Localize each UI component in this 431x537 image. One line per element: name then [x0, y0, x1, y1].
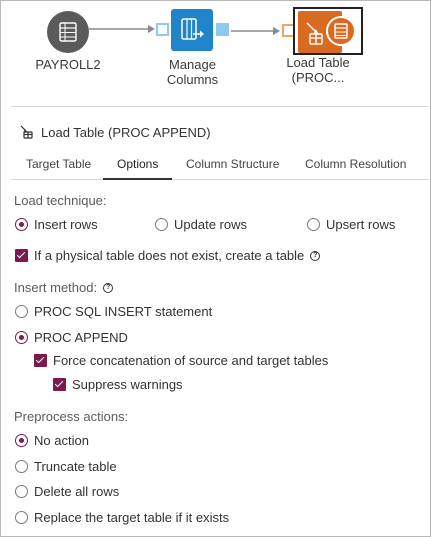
- insert-method-label: Insert method: ?: [14, 280, 114, 295]
- checkbox[interactable]: [34, 354, 47, 367]
- radio-label: Replace the target table if it exists: [34, 510, 230, 525]
- connector-arrow: [148, 25, 155, 33]
- radio-proc-append[interactable]: PROC APPEND: [15, 330, 128, 345]
- manage-columns-icon: [171, 9, 213, 51]
- radio-label: No action: [34, 433, 89, 448]
- radio-button[interactable]: [15, 485, 28, 498]
- checkbox-suppress-warnings[interactable]: Suppress warnings: [53, 377, 183, 392]
- radio-label: PROC SQL INSERT statement: [34, 304, 213, 319]
- radio-label: PROC APPEND: [34, 330, 128, 345]
- flow-diagram: PAYROLL2 Manage Columns Load Table (PROC…: [1, 1, 431, 106]
- radio-label: Delete all rows: [34, 484, 120, 499]
- radio-button[interactable]: [15, 331, 28, 344]
- radio-truncate-table[interactable]: Truncate table: [15, 459, 117, 474]
- radio-button[interactable]: [15, 218, 28, 231]
- radio-upsert-rows[interactable]: Upsert rows: [307, 217, 395, 232]
- radio-proc-sql-insert[interactable]: PROC SQL INSERT statement: [15, 304, 212, 319]
- radio-button[interactable]: [307, 218, 320, 231]
- tab-column-resolution[interactable]: Column Resolution: [291, 149, 420, 180]
- radio-no-action[interactable]: No action: [15, 433, 89, 448]
- table-icon: [47, 11, 89, 53]
- node-label-load-table: Load Table (PROC...: [286, 55, 350, 85]
- node-payroll2[interactable]: [46, 10, 90, 54]
- help-icon[interactable]: ?: [310, 250, 321, 261]
- load-technique-label: Load technique:: [14, 193, 107, 208]
- load-table-icon: [293, 7, 363, 55]
- checkbox-create-table[interactable]: If a physical table does not exist, crea…: [15, 248, 321, 263]
- radio-insert-rows[interactable]: Insert rows: [15, 217, 98, 232]
- radio-label: Truncate table: [34, 459, 117, 474]
- help-icon[interactable]: ?: [103, 282, 114, 293]
- checkbox-label: Force concatenation of source and target…: [53, 353, 329, 368]
- tab-bar: Target Table Options Column Structure Co…: [11, 149, 429, 180]
- radio-button[interactable]: [15, 460, 28, 473]
- checkbox-label: If a physical table does not exist, crea…: [34, 248, 305, 263]
- tab-options[interactable]: Options: [103, 149, 173, 180]
- radio-button[interactable]: [155, 218, 168, 231]
- checkbox-label: Suppress warnings: [72, 377, 183, 392]
- connector-arrow: [273, 27, 280, 35]
- tab-target-table[interactable]: Target Table: [12, 149, 105, 180]
- radio-label: Update rows: [174, 217, 247, 232]
- input-port[interactable]: [156, 23, 169, 36]
- radio-label: Insert rows: [34, 217, 98, 232]
- load-table-icon: [20, 125, 33, 139]
- options-panel-window: PAYROLL2 Manage Columns Load Table (PROC…: [0, 0, 431, 537]
- checkbox[interactable]: [15, 249, 28, 262]
- node-manage-columns[interactable]: [171, 9, 213, 51]
- output-port[interactable]: [216, 23, 229, 36]
- radio-update-rows[interactable]: Update rows: [155, 217, 247, 232]
- checkbox[interactable]: [53, 378, 66, 391]
- checkbox-force-concatenation[interactable]: Force concatenation of source and target…: [34, 353, 328, 368]
- radio-button[interactable]: [15, 511, 28, 524]
- radio-label: Upsert rows: [326, 217, 396, 232]
- preprocess-actions-label: Preprocess actions:: [14, 409, 129, 424]
- divider: [11, 106, 429, 107]
- node-load-table[interactable]: [293, 7, 363, 55]
- node-label-payroll2: PAYROLL2: [35, 57, 101, 72]
- tab-column-structure[interactable]: Column Structure: [172, 149, 293, 180]
- panel-title: Load Table (PROC APPEND): [19, 123, 211, 141]
- radio-delete-all-rows[interactable]: Delete all rows: [15, 484, 119, 499]
- radio-replace-target-table[interactable]: Replace the target table if it exists: [15, 510, 229, 525]
- radio-button[interactable]: [15, 434, 28, 447]
- panel-title-text: Load Table (PROC APPEND): [41, 124, 211, 140]
- node-label-manage-columns: Manage Columns: [166, 57, 219, 87]
- radio-button[interactable]: [15, 305, 28, 318]
